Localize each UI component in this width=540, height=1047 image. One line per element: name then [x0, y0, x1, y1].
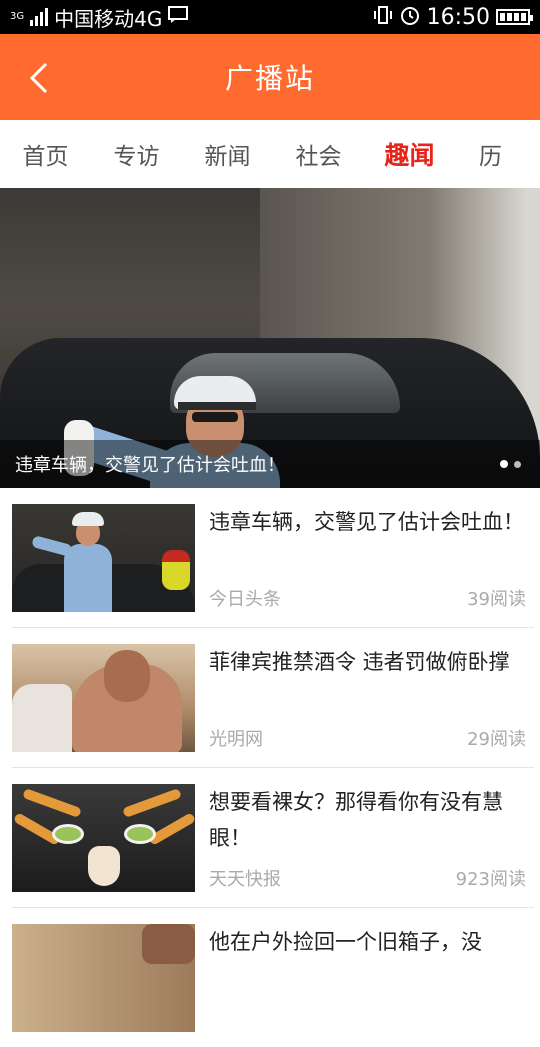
tab-history[interactable]: 历	[455, 137, 540, 171]
pagination-dot	[500, 460, 508, 468]
network-type-label: 3G	[10, 11, 25, 22]
news-item[interactable]: 违章车辆，交警见了估计会吐血！ 今日头条 39阅读	[12, 488, 534, 628]
news-thumbnail	[12, 924, 195, 1032]
title-bar: 广播站	[0, 34, 540, 120]
news-title: 违章车辆，交警见了估计会吐血！	[209, 510, 524, 534]
page-title: 广播站	[224, 62, 315, 95]
chevron-left-icon	[29, 62, 48, 94]
news-thumbnail	[12, 504, 195, 612]
tab-home[interactable]: 首页	[0, 137, 91, 171]
news-thumbnail	[12, 784, 195, 892]
clock-time: 16:50	[426, 4, 490, 30]
news-thumbnail	[12, 644, 195, 752]
banner-caption-text: 违章车辆，交警见了估计会吐血！	[15, 455, 285, 476]
news-title: 他在户外捡回一个旧箱子，没	[209, 930, 482, 954]
status-bar: 3G 中国移动4G 16:50	[0, 0, 540, 34]
category-tabs: 首页 专访 新闻 社会 趣闻 历	[0, 120, 540, 189]
news-source: 今日头条	[209, 589, 281, 610]
banner-pagination	[500, 460, 521, 468]
alarm-icon	[399, 4, 421, 31]
tab-society[interactable]: 社会	[273, 137, 364, 171]
news-item[interactable]: 菲律宾推禁酒令 违者罚做俯卧撑 光明网 29阅读	[12, 628, 534, 768]
back-button[interactable]	[22, 58, 62, 98]
battery-icon	[496, 9, 533, 25]
news-title: 菲律宾推禁酒令 违者罚做俯卧撑	[209, 650, 510, 674]
news-title: 想要看裸女？那得看你有没有慧眼！	[209, 790, 503, 850]
tab-fun[interactable]: 趣闻	[364, 136, 455, 172]
pagination-dot	[514, 460, 521, 468]
news-read-count: 923阅读	[455, 869, 526, 890]
tab-news[interactable]: 新闻	[182, 137, 273, 171]
news-read-count: 29阅读	[467, 729, 526, 750]
news-item[interactable]: 他在户外捡回一个旧箱子，没	[12, 908, 534, 1047]
news-item[interactable]: 想要看裸女？那得看你有没有慧眼！ 天天快报 923阅读	[12, 768, 534, 908]
news-read-count: 39阅读	[467, 589, 526, 610]
news-source: 天天快报	[209, 869, 281, 890]
message-icon	[168, 5, 189, 29]
vibrate-icon	[373, 5, 393, 30]
signal-icon	[30, 8, 49, 26]
carrier-label: 中国移动4G	[54, 6, 163, 31]
news-source: 光明网	[209, 729, 263, 750]
tab-interview[interactable]: 专访	[91, 137, 182, 171]
news-list: 违章车辆，交警见了估计会吐血！ 今日头条 39阅读 菲律宾推禁酒令 违者罚做俯卧…	[0, 488, 540, 1047]
banner-caption: 违章车辆，交警见了估计会吐血！	[0, 440, 540, 488]
